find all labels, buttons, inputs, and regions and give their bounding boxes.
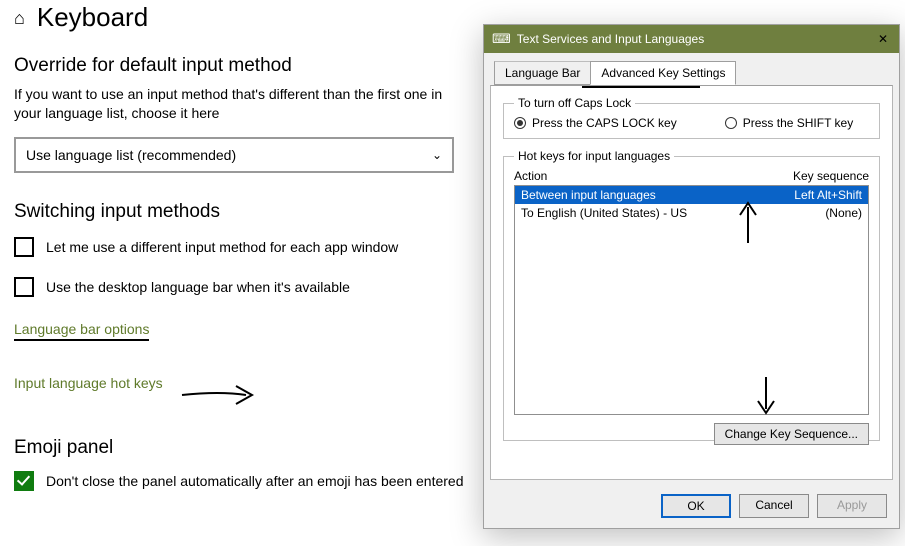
dialog-title: Text Services and Input Languages [517, 32, 875, 46]
override-description: If you want to use an input method that'… [14, 85, 454, 123]
hotkey-action: Between input languages [521, 188, 656, 202]
language-bar-options-link[interactable]: Language bar options [14, 321, 149, 341]
annotation-tab-underline [582, 86, 700, 88]
input-language-hotkeys-link[interactable]: Input language hot keys [14, 375, 163, 391]
hotkey-row[interactable]: Between input languages Left Alt+Shift [515, 186, 868, 204]
desktop-language-bar-checkbox[interactable] [14, 277, 34, 297]
close-icon[interactable]: ✕ [875, 32, 891, 46]
per-window-checkbox[interactable] [14, 237, 34, 257]
cancel-button[interactable]: Cancel [739, 494, 809, 518]
text-services-dialog: ⌨ Text Services and Input Languages ✕ La… [483, 24, 900, 529]
radio-shift-label: Press the SHIFT key [743, 116, 853, 130]
apply-button[interactable]: Apply [817, 494, 887, 518]
home-icon[interactable]: ⌂ [14, 9, 25, 27]
default-input-method-dropdown[interactable]: Use language list (recommended) ⌄ [14, 137, 454, 173]
dropdown-value: Use language list (recommended) [26, 147, 236, 163]
hotkey-sequence: Left Alt+Shift [794, 188, 862, 202]
caps-lock-legend: To turn off Caps Lock [514, 96, 635, 110]
per-window-label: Let me use a different input method for … [46, 239, 398, 255]
tab-advanced-key-settings[interactable]: Advanced Key Settings [590, 61, 736, 85]
hotkey-action: To English (United States) - US [521, 206, 687, 220]
hotkeys-legend: Hot keys for input languages [514, 149, 674, 163]
annotation-arrow-down [754, 375, 778, 415]
emoji-panel-checkbox[interactable] [14, 471, 34, 491]
ok-button[interactable]: OK [661, 494, 731, 518]
tab-language-bar[interactable]: Language Bar [494, 61, 591, 85]
radio-shift[interactable] [725, 117, 737, 129]
hotkeys-list[interactable]: Between input languages Left Alt+Shift T… [514, 185, 869, 415]
hotkeys-group: Hot keys for input languages Action Key … [503, 149, 880, 441]
caps-lock-group: To turn off Caps Lock Press the CAPS LOC… [503, 96, 880, 139]
hotkey-row[interactable]: To English (United States) - US (None) [515, 204, 868, 222]
chevron-down-icon: ⌄ [432, 148, 442, 162]
keyboard-icon: ⌨ [492, 31, 511, 47]
hotkey-sequence: (None) [825, 206, 862, 220]
page-title: Keyboard [37, 2, 148, 33]
change-key-sequence-button[interactable]: Change Key Sequence... [714, 423, 869, 445]
col-key-sequence: Key sequence [793, 169, 869, 183]
desktop-language-bar-label: Use the desktop language bar when it's a… [46, 279, 350, 295]
col-action: Action [514, 169, 547, 183]
radio-caps-lock-label: Press the CAPS LOCK key [532, 116, 677, 130]
annotation-arrow-up [736, 201, 760, 245]
emoji-panel-label: Don't close the panel automatically afte… [46, 473, 463, 489]
annotation-arrow-right [180, 382, 260, 408]
radio-caps-lock[interactable] [514, 117, 526, 129]
